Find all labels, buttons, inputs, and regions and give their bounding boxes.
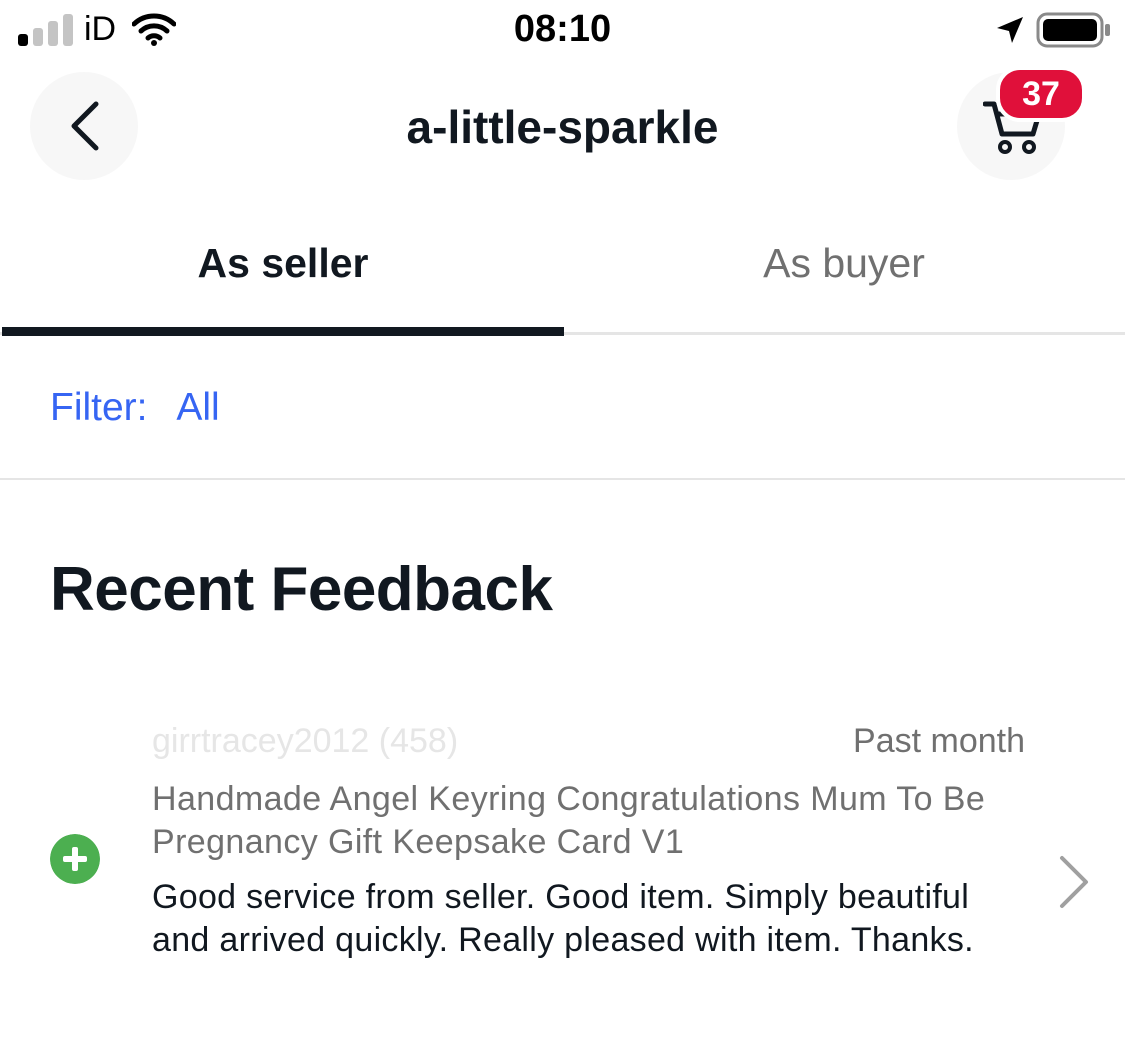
feedback-comment: Good service from seller. Good item. Sim… [152, 878, 974, 959]
filter-divider [0, 478, 1125, 480]
cart-count-badge: 37 [996, 66, 1086, 122]
feedback-user: girrtracey2012 (458) [152, 722, 459, 760]
status-time: 08:10 [513, 8, 612, 50]
page-title: a-little-sparkle [406, 101, 719, 153]
feedback-item-title: Handmade Angel Keyring Congratulations M… [152, 780, 986, 861]
tab-as-buyer[interactable]: As buyer [563, 240, 1125, 287]
back-button[interactable] [30, 72, 138, 180]
feedback-time: Past month [853, 722, 1025, 760]
filter-label: Filter: [50, 386, 148, 429]
section-title: Recent Feedback [50, 555, 553, 624]
battery-icon [1036, 12, 1110, 48]
back-chevron-icon [71, 101, 99, 151]
chevron-right-icon[interactable] [1058, 854, 1092, 910]
filter-value: All [176, 386, 220, 429]
status-bar: iD 08:10 [0, 0, 1125, 60]
filter-control[interactable]: Filter: All [50, 386, 220, 430]
active-tab-indicator [2, 327, 564, 336]
positive-plus-icon [50, 834, 100, 884]
location-arrow-icon [997, 17, 1023, 43]
tab-as-seller[interactable]: As seller [2, 240, 564, 287]
